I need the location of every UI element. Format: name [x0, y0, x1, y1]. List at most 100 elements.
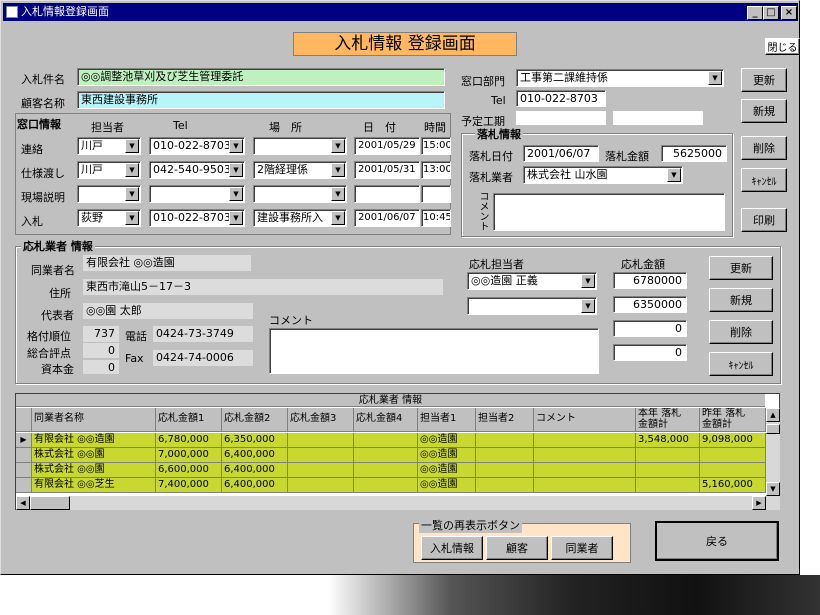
grid-cell[interactable]: 6,350,000	[222, 433, 288, 448]
scroll-down-icon[interactable]: ▼	[766, 482, 780, 496]
grid-header[interactable]: 昨年 落札 金額計	[700, 408, 766, 432]
hscroll-thumb[interactable]	[30, 496, 70, 510]
grid-header[interactable]: 担当者1	[418, 408, 476, 432]
grid-cell[interactable]: ◎◎造園	[418, 463, 476, 478]
grid-cell[interactable]: ◎◎造園	[418, 478, 476, 493]
grid-cell[interactable]	[288, 433, 354, 448]
chevron-down-icon[interactable]: ▼	[581, 299, 595, 313]
grid-cell[interactable]: ◎◎造園	[418, 448, 476, 463]
grid-cell[interactable]	[354, 478, 418, 493]
contact-date-field[interactable]: 2001/05/31	[354, 161, 420, 179]
chevron-down-icon[interactable]: ▼	[125, 139, 139, 153]
cancel-button[interactable]: ｷｬﾝｾﾙ	[741, 168, 787, 192]
chevron-down-icon[interactable]: ▼	[229, 139, 243, 153]
scroll-thumb[interactable]	[766, 424, 780, 434]
chevron-down-icon[interactable]: ▼	[125, 163, 139, 177]
bidder-amount4-field[interactable]: 0	[613, 344, 687, 361]
bidder-delete-button[interactable]: 削除	[709, 320, 773, 344]
grid-row-selector[interactable]: ▶	[16, 433, 32, 448]
grid-cell[interactable]	[354, 448, 418, 463]
maximize-button[interactable]: □	[763, 6, 779, 20]
chevron-down-icon[interactable]: ▼	[125, 187, 139, 201]
grid-cell[interactable]	[288, 448, 354, 463]
grid-row-selector[interactable]	[16, 463, 32, 478]
grid-cell[interactable]: 有限会社 ◎◎芝生	[32, 478, 156, 493]
grid-cell[interactable]: 6,400,000	[222, 478, 288, 493]
bidder-staff2-combo[interactable]: ▼	[467, 297, 597, 315]
refresh-bid-button[interactable]: 入札情報	[421, 536, 483, 560]
scroll-left-icon[interactable]: ◀	[16, 496, 30, 510]
grid-cell[interactable]	[354, 433, 418, 448]
contact-person-combo[interactable]: 川戸 ▼	[77, 137, 141, 155]
award-comment-field[interactable]	[493, 193, 725, 231]
chevron-down-icon[interactable]: ▼	[125, 211, 139, 225]
grid-cell[interactable]	[534, 448, 636, 463]
scroll-right-icon[interactable]: ▶	[752, 496, 766, 510]
grid-cell[interactable]	[700, 448, 766, 463]
grid-row-selector[interactable]	[16, 478, 32, 493]
grid-cell[interactable]	[476, 478, 534, 493]
update-button[interactable]: 更新	[741, 68, 787, 92]
grid-cell[interactable]: 7,000,000	[156, 448, 222, 463]
contact-person-combo[interactable]: ▼	[77, 185, 141, 203]
schedule-start-field[interactable]	[516, 111, 606, 125]
bidder-staff1-combo[interactable]: ◎◎造園 正義 ▼	[467, 272, 597, 290]
grid-cell[interactable]	[354, 463, 418, 478]
grid-cell[interactable]	[700, 463, 766, 478]
grid-cell[interactable]: 5,160,000	[700, 478, 766, 493]
dept-combo[interactable]: 工事第二課維持係 ▼	[516, 69, 724, 87]
grid-header[interactable]: 応札金額2	[222, 408, 288, 432]
grid-cell[interactable]	[476, 448, 534, 463]
award-vendor-combo[interactable]: 株式会社 山水園 ▼	[523, 166, 683, 184]
bidder-amount2-field[interactable]: 6350000	[613, 296, 687, 313]
chevron-down-icon[interactable]: ▼	[229, 211, 243, 225]
schedule-end-field[interactable]	[613, 111, 703, 125]
grid-cell[interactable]	[636, 478, 700, 493]
chevron-down-icon[interactable]: ▼	[229, 187, 243, 201]
grid-cell[interactable]: 株式会社 ◎◎園	[32, 463, 156, 478]
grid-header[interactable]: 応札金額3	[288, 408, 354, 432]
grid-cell[interactable]	[288, 463, 354, 478]
chevron-down-icon[interactable]: ▼	[229, 163, 243, 177]
grid-header[interactable]: 同業者名称	[32, 408, 156, 432]
contact-place-combo[interactable]: 建設事務所入 ▼	[253, 209, 347, 227]
new-button[interactable]: 新規	[741, 99, 787, 123]
contact-person-combo[interactable]: 荻野 ▼	[77, 209, 141, 227]
contact-time-field[interactable]	[421, 185, 451, 203]
close-window-button[interactable]: ×	[781, 6, 797, 20]
chevron-down-icon[interactable]: ▼	[667, 168, 681, 182]
contact-date-field[interactable]: 2001/05/29	[354, 137, 420, 155]
grid-header[interactable]: 応札金額4	[354, 408, 418, 432]
contact-tel-combo[interactable]: 010-022-8703 ▼	[149, 137, 245, 155]
contact-time-field[interactable]: 13:00	[421, 161, 451, 179]
contact-date-field[interactable]	[354, 185, 420, 203]
grid-cell[interactable]	[534, 463, 636, 478]
grid-cell[interactable]	[288, 478, 354, 493]
grid-cell[interactable]: 7,400,000	[156, 478, 222, 493]
grid-header[interactable]: 担当者2	[476, 408, 534, 432]
bidder-amount1-field[interactable]: 6780000	[613, 272, 687, 289]
grid-cell[interactable]: 有限会社 ◎◎造園	[32, 433, 156, 448]
refresh-client-button[interactable]: 顧客	[486, 536, 548, 560]
back-button[interactable]: 戻る	[655, 521, 779, 561]
bidder-comment-field[interactable]	[269, 328, 599, 374]
grid-hscrollbar[interactable]	[16, 496, 780, 510]
award-amount-field[interactable]: 5625000	[661, 145, 727, 162]
scroll-up-icon[interactable]: ▲	[766, 408, 780, 422]
delete-button[interactable]: 削除	[741, 136, 787, 160]
grid-header[interactable]: コメント	[534, 408, 636, 432]
grid-cell[interactable]: 6,780,000	[156, 433, 222, 448]
client-name-field[interactable]: 東西建設事務所	[77, 91, 445, 109]
contact-place-combo[interactable]: ▼	[253, 185, 347, 203]
tel-field[interactable]: 010-022-8703	[516, 90, 606, 107]
grid-cell[interactable]: 9,098,000	[700, 433, 766, 448]
chevron-down-icon[interactable]: ▼	[708, 71, 722, 85]
grid-header[interactable]: 本年 落札 金額計	[636, 408, 700, 432]
grid-cell[interactable]: 6,400,000	[222, 448, 288, 463]
contact-date-field[interactable]: 2001/06/07	[354, 209, 420, 227]
chevron-down-icon[interactable]: ▼	[331, 163, 345, 177]
grid-cell[interactable]	[636, 463, 700, 478]
grid-cell[interactable]	[476, 463, 534, 478]
refresh-peer-button[interactable]: 同業者	[551, 536, 613, 560]
grid-cell[interactable]	[534, 433, 636, 448]
